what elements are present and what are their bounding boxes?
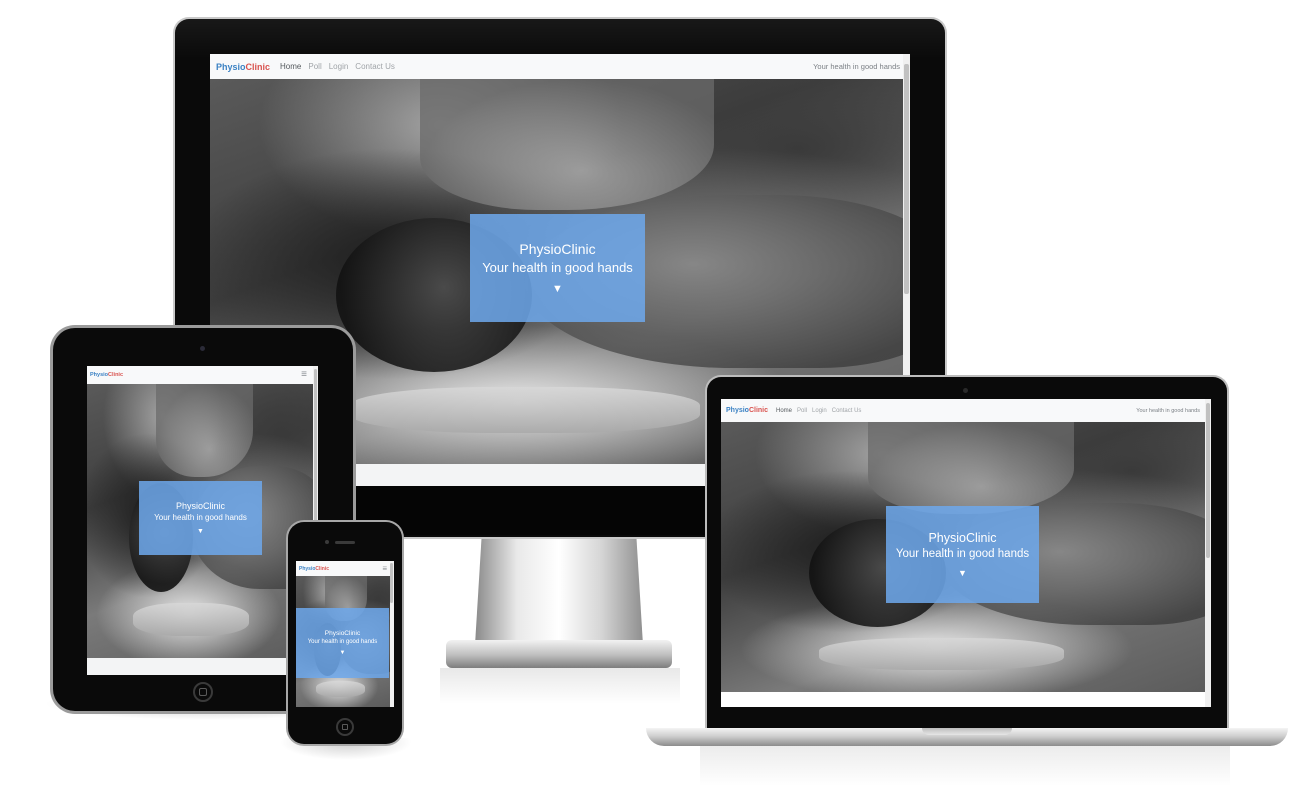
hero-towel-shape (133, 603, 249, 637)
scroll-down-arrow-icon[interactable]: ▼ (958, 568, 967, 578)
laptop-notch (922, 728, 1012, 735)
scrollbar-thumb[interactable] (314, 369, 317, 529)
hero-box: PhysioClinic Your health in good hands ▼ (296, 608, 389, 678)
brand-logo[interactable]: PhysioClinic (299, 566, 329, 572)
brand-logo[interactable]: PhysioClinic (216, 62, 270, 72)
nav-contact-us[interactable]: Contact Us (832, 408, 862, 414)
hero-title: PhysioClinic (175, 501, 226, 511)
phone-camera (325, 540, 329, 544)
scroll-down-arrow-icon[interactable]: ▼ (552, 283, 563, 295)
menu-toggle-icon[interactable]: ≡ (301, 370, 307, 380)
hero-image: PhysioClinic Your health in good hands ▼ (721, 422, 1211, 692)
tablet-camera (200, 346, 205, 351)
brand-clinic: Clinic (748, 407, 769, 414)
scrollbar[interactable] (1205, 399, 1211, 707)
below-hero-section (87, 658, 318, 675)
navbar: PhysioClinic Home Poll Login Contact Us … (210, 54, 910, 79)
brand-physio: Physio (216, 61, 246, 72)
hero-subtitle: Your health in good hands (154, 513, 247, 522)
brand-clinic: Clinic (315, 565, 330, 572)
laptop-screen: PhysioClinic Home Poll Login Contact Us … (721, 399, 1211, 707)
tablet-home-square-icon (199, 688, 207, 696)
phone-home-button[interactable] (336, 718, 354, 736)
laptop-camera (963, 388, 968, 393)
brand-physio: Physio (90, 372, 109, 378)
hero-arms-shape (156, 384, 254, 478)
brand-clinic: Clinic (245, 61, 271, 72)
nav-login[interactable]: Login (812, 408, 827, 414)
hero-image: PhysioClinic Your health in good hands ▼ (87, 384, 318, 658)
phone-screen: PhysioClinic ≡ PhysioClinic Your health … (296, 561, 394, 707)
nav-home[interactable]: Home (280, 62, 301, 71)
scrollbar-thumb[interactable] (1206, 403, 1210, 558)
monitor-stand-neck (475, 535, 643, 645)
monitor-base-reflection (440, 668, 680, 704)
nav-poll[interactable]: Poll (797, 408, 807, 414)
menu-toggle-icon[interactable]: ≡ (382, 564, 387, 573)
laptop-reflection (700, 746, 1230, 786)
hero-subtitle: Your health in good hands (895, 548, 1030, 560)
nav-home[interactable]: Home (776, 408, 792, 414)
brand-physio: Physio (299, 565, 316, 572)
hero-box: PhysioClinic Your health in good hands ▼ (886, 506, 1039, 603)
brand-logo[interactable]: PhysioClinic (726, 407, 768, 414)
navbar: PhysioClinic ≡ (296, 561, 394, 576)
hero-box: PhysioClinic Your health in good hands ▼ (139, 481, 262, 555)
hero-title: PhysioClinic (519, 241, 596, 257)
scrollbar-thumb[interactable] (904, 64, 909, 294)
hero-towel-shape (819, 638, 1064, 671)
hero-box: PhysioClinic Your health in good hands ▼ (470, 214, 645, 322)
nav-links: Home Poll Login Contact Us (776, 408, 861, 414)
nav-contact-us[interactable]: Contact Us (355, 62, 395, 71)
nav-links: Home Poll Login Contact Us (280, 62, 395, 71)
tablet-home-button[interactable] (193, 682, 213, 702)
hero-arms-shape (868, 422, 1074, 514)
hero-towel-shape (350, 387, 700, 434)
scrollbar[interactable] (390, 561, 394, 707)
hero-subtitle: Your health in good hands (482, 260, 633, 275)
scroll-down-arrow-icon[interactable]: ▼ (197, 528, 204, 535)
hero-towel-shape (315, 680, 365, 697)
hero-arms-shape (420, 79, 714, 210)
scroll-down-arrow-icon[interactable]: ▼ (340, 650, 346, 656)
navbar: PhysioClinic ≡ (87, 366, 318, 384)
phone-speaker (335, 541, 355, 544)
nav-login[interactable]: Login (329, 62, 349, 71)
scrollbar-thumb[interactable] (390, 563, 393, 603)
nav-poll[interactable]: Poll (308, 62, 321, 71)
navbar-tagline: Your health in good hands (813, 62, 900, 71)
brand-clinic: Clinic (108, 372, 124, 378)
phone-home-square-icon (342, 724, 348, 730)
hero-image: PhysioClinic Your health in good hands ▼ (296, 576, 394, 707)
navbar: PhysioClinic Home Poll Login Contact Us … (721, 399, 1211, 422)
hero-title: PhysioClinic (928, 531, 997, 545)
hero-title: PhysioClinic (324, 630, 361, 637)
brand-logo[interactable]: PhysioClinic (90, 372, 123, 378)
brand-physio: Physio (726, 407, 749, 414)
hero-subtitle: Your health in good hands (307, 639, 378, 645)
monitor-stand-base (446, 640, 672, 668)
navbar-tagline: Your health in good hands (1136, 407, 1200, 414)
tablet-screen: PhysioClinic ≡ PhysioClinic Your health … (87, 366, 318, 675)
monitor-glass-reflection (175, 19, 945, 59)
